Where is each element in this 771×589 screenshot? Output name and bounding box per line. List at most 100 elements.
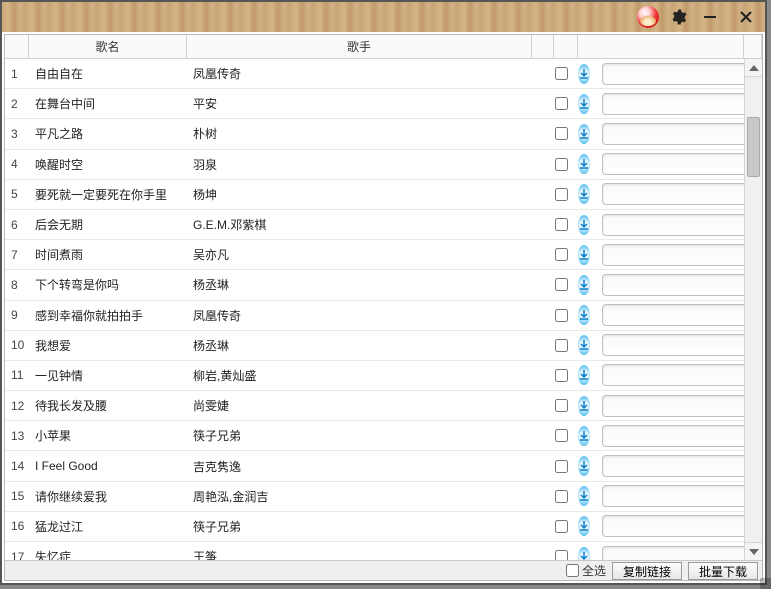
table-row: 17失忆症王筝	[5, 542, 762, 560]
row-input[interactable]	[602, 334, 756, 356]
minimize-button[interactable]	[697, 7, 723, 27]
row-checkbox[interactable]	[555, 188, 568, 201]
table-row: 16猛龙过江筷子兄弟	[5, 512, 762, 542]
row-checkbox[interactable]	[555, 520, 568, 533]
row-input[interactable]	[602, 364, 756, 386]
row-index: 10	[5, 338, 29, 352]
row-checkbox[interactable]	[555, 490, 568, 503]
download-button[interactable]	[578, 305, 590, 325]
row-input[interactable]	[602, 304, 756, 326]
row-checkbox[interactable]	[555, 460, 568, 473]
row-artist: 柳岩,黄灿盛	[187, 367, 550, 384]
header-song[interactable]: 歌名	[29, 35, 187, 58]
row-checkbox[interactable]	[555, 127, 568, 140]
header-download	[554, 35, 578, 58]
table-row: 7时间煮雨吴亦凡	[5, 240, 762, 270]
select-all-input[interactable]	[566, 564, 579, 577]
row-checkbox[interactable]	[555, 158, 568, 171]
row-checkbox[interactable]	[555, 97, 568, 110]
row-input[interactable]	[602, 546, 756, 560]
download-button[interactable]	[578, 335, 590, 355]
row-song: 请你继续爱我	[29, 488, 187, 505]
download-button[interactable]	[578, 94, 590, 114]
scroll-up-button[interactable]	[745, 59, 762, 77]
row-checkbox[interactable]	[555, 67, 568, 80]
row-checkbox[interactable]	[555, 339, 568, 352]
row-checkbox[interactable]	[555, 429, 568, 442]
download-button[interactable]	[578, 124, 590, 144]
table-header: 歌名 歌手	[5, 35, 762, 59]
row-song: 下个转弯是你吗	[29, 276, 187, 293]
download-button[interactable]	[578, 396, 590, 416]
row-input[interactable]	[602, 485, 756, 507]
row-checkbox[interactable]	[555, 218, 568, 231]
row-checkbox[interactable]	[555, 309, 568, 322]
row-checkbox[interactable]	[555, 248, 568, 261]
shadow-corner	[760, 578, 771, 589]
row-index: 6	[5, 218, 29, 232]
select-all-checkbox[interactable]: 全选	[566, 562, 606, 579]
scroll-thumb[interactable]	[747, 117, 760, 177]
row-input[interactable]	[602, 515, 756, 537]
scroll-down-button[interactable]	[745, 542, 762, 560]
table-row: 11一见钟情柳岩,黄灿盛	[5, 361, 762, 391]
table-row: 15请你继续爱我周艳泓,金润吉	[5, 482, 762, 512]
header-input	[578, 35, 744, 58]
batch-download-button[interactable]: 批量下载	[688, 562, 758, 580]
row-input[interactable]	[602, 214, 756, 236]
download-arrow-icon	[579, 220, 589, 230]
header-artist[interactable]: 歌手	[187, 35, 532, 58]
row-input[interactable]	[602, 274, 756, 296]
table-row: 6后会无期G.E.M.邓紫棋	[5, 210, 762, 240]
row-checkbox[interactable]	[555, 278, 568, 291]
row-input[interactable]	[602, 455, 756, 477]
download-button[interactable]	[578, 275, 590, 295]
row-artist: 筷子兄弟	[187, 518, 550, 535]
download-button[interactable]	[578, 456, 590, 476]
row-index: 15	[5, 489, 29, 503]
titlebar	[2, 2, 765, 32]
download-button[interactable]	[578, 215, 590, 235]
row-input[interactable]	[602, 395, 756, 417]
download-arrow-icon	[579, 461, 589, 471]
row-input[interactable]	[602, 63, 756, 85]
row-index: 5	[5, 187, 29, 201]
download-button[interactable]	[578, 486, 590, 506]
row-song: 后会无期	[29, 216, 187, 233]
row-checkbox[interactable]	[555, 369, 568, 382]
row-checkbox[interactable]	[555, 550, 568, 560]
scroll-track[interactable]	[745, 77, 762, 542]
row-input[interactable]	[602, 183, 756, 205]
row-input[interactable]	[602, 153, 756, 175]
row-index: 12	[5, 399, 29, 413]
download-button[interactable]	[578, 516, 590, 536]
download-button[interactable]	[578, 64, 590, 84]
row-song: 一见钟情	[29, 367, 187, 384]
row-song: 小苹果	[29, 427, 187, 444]
download-arrow-icon	[579, 99, 589, 109]
close-button[interactable]	[733, 7, 759, 27]
table-row: 4唤醒时空羽泉	[5, 150, 762, 180]
gear-icon[interactable]	[669, 8, 687, 26]
download-button[interactable]	[578, 547, 590, 560]
row-checkbox[interactable]	[555, 399, 568, 412]
download-button[interactable]	[578, 184, 590, 204]
row-artist: 平安	[187, 95, 550, 112]
download-button[interactable]	[578, 154, 590, 174]
download-button[interactable]	[578, 245, 590, 265]
header-index	[5, 35, 29, 58]
row-input[interactable]	[602, 123, 756, 145]
download-arrow-icon	[579, 431, 589, 441]
download-arrow-icon	[579, 159, 589, 169]
table-row: 9感到幸福你就拍拍手凤凰传奇	[5, 301, 762, 331]
download-button[interactable]	[578, 365, 590, 385]
copy-link-button[interactable]: 复制链接	[612, 562, 682, 580]
row-input[interactable]	[602, 93, 756, 115]
row-input[interactable]	[602, 425, 756, 447]
download-button[interactable]	[578, 426, 590, 446]
vertical-scrollbar[interactable]	[744, 59, 762, 560]
row-input[interactable]	[602, 244, 756, 266]
footer-bar: 全选 复制链接 批量下载	[5, 560, 762, 580]
row-artist: 杨坤	[187, 186, 550, 203]
avatar[interactable]	[637, 6, 659, 28]
